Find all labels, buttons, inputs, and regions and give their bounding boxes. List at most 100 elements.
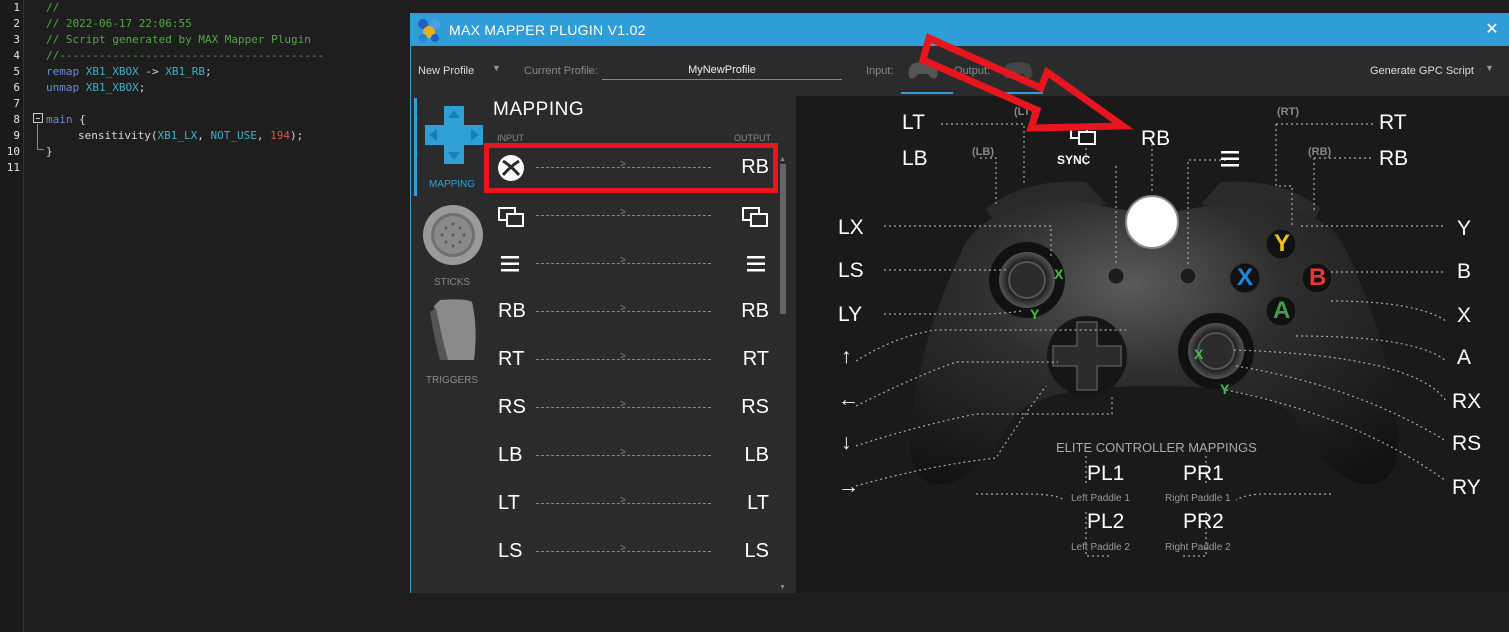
left-stick-y-marker: Y bbox=[1030, 306, 1040, 322]
line-number: 3 bbox=[13, 33, 20, 46]
mapping-output: RS bbox=[741, 396, 769, 418]
line-number: 2 bbox=[13, 17, 20, 30]
left-stick-x-marker: X bbox=[1054, 266, 1064, 282]
mapping-arrow bbox=[536, 351, 711, 362]
paddle-pl1-caption: Left Paddle 1 bbox=[1071, 493, 1130, 504]
line-number: 1 bbox=[13, 1, 20, 14]
sidebar-item-sticks[interactable]: STICKS bbox=[414, 196, 490, 292]
sidebar-item-label: MAPPING bbox=[428, 179, 476, 190]
mapping-input: LB bbox=[498, 444, 523, 466]
mapping-arrow bbox=[536, 255, 711, 266]
paddle-pr1[interactable]: PR1 bbox=[1183, 462, 1224, 486]
line-number: 5 bbox=[13, 65, 20, 78]
input-label: Input: bbox=[866, 65, 894, 77]
label-dpad-up: ↑ bbox=[841, 345, 852, 368]
code-line: } bbox=[46, 145, 53, 158]
label-lx: LX bbox=[838, 216, 864, 239]
paddle-pr1-caption: Right Paddle 1 bbox=[1165, 493, 1231, 504]
paddle-pl1[interactable]: PL1 bbox=[1087, 462, 1124, 486]
code-line: main { bbox=[46, 113, 86, 126]
label-dpad-down: ↓ bbox=[841, 431, 852, 454]
label-rb-center: RB bbox=[1141, 127, 1171, 150]
label-rb-small: (RB) bbox=[1308, 146, 1332, 158]
code-line: // bbox=[46, 1, 60, 14]
scroll-down-icon[interactable]: ▼ bbox=[779, 584, 786, 591]
mapping-arrow bbox=[536, 399, 711, 410]
code-line: // Script generated by MAX Mapper Plugin bbox=[46, 33, 311, 46]
mapping-output: LS bbox=[744, 540, 769, 562]
scroll-thumb[interactable] bbox=[780, 164, 786, 314]
mapping-input: RB bbox=[498, 300, 526, 322]
code-line: sensitivity(XB1_LX, NOT_USE, 194); bbox=[78, 129, 304, 142]
mapping-row[interactable] bbox=[491, 242, 781, 286]
thumbstick-icon bbox=[423, 205, 483, 265]
right-stick-y-marker: Y bbox=[1220, 381, 1230, 397]
current-profile-field[interactable]: MyNewProfile bbox=[602, 61, 842, 80]
line-number: 9 bbox=[13, 129, 20, 142]
label-ls: LS bbox=[838, 259, 864, 282]
label-rt-small: (RT) bbox=[1277, 106, 1299, 118]
face-button-b: B bbox=[1309, 264, 1327, 291]
face-button-a: A bbox=[1273, 297, 1291, 324]
menu-button-icon bbox=[1221, 151, 1239, 167]
view-icon bbox=[498, 207, 524, 227]
mapping-row[interactable]: LS LS bbox=[491, 530, 781, 574]
elite-mappings-title: ELITE CONTROLLER MAPPINGS bbox=[1056, 440, 1257, 455]
trigger-icon bbox=[430, 299, 476, 360]
scroll-up-icon[interactable]: ▲ bbox=[779, 156, 786, 163]
paddle-pr2[interactable]: PR2 bbox=[1183, 510, 1224, 534]
code-line: unmap XB1_XBOX; bbox=[46, 81, 146, 94]
sidebar-item-triggers[interactable]: TRIGGERS bbox=[414, 294, 490, 390]
label-b: B bbox=[1457, 260, 1472, 283]
input-column-header: INPUT bbox=[497, 133, 524, 143]
mapping-row[interactable]: LT LT bbox=[491, 482, 781, 526]
face-button-y: Y bbox=[1274, 230, 1291, 257]
sidebar-item-label: STICKS bbox=[433, 277, 471, 288]
label-dpad-right: → bbox=[838, 475, 859, 498]
view-icon bbox=[742, 207, 768, 227]
sidebar-item-label: TRIGGERS bbox=[425, 375, 479, 386]
generate-gpc-script-button[interactable]: Generate GPC Script bbox=[1370, 65, 1474, 77]
mapping-arrow bbox=[536, 543, 711, 554]
mapping-output: RB bbox=[741, 300, 769, 322]
dpad-icon bbox=[425, 106, 483, 164]
line-number: 10 bbox=[6, 145, 20, 158]
line-number-gutter: 1 2 3 4 5 6 7 8 9 10 11 bbox=[0, 0, 24, 632]
mapping-output: RT bbox=[742, 348, 769, 370]
label-rb: RB bbox=[1379, 147, 1409, 170]
annotation-arrow-icon bbox=[918, 33, 1134, 132]
sidebar-item-mapping[interactable]: MAPPING bbox=[414, 98, 490, 194]
mapping-row[interactable] bbox=[491, 194, 781, 238]
mapping-row[interactable]: RS RS bbox=[491, 386, 781, 430]
label-y: Y bbox=[1457, 217, 1472, 240]
mapping-arrow bbox=[536, 303, 711, 314]
paddle-pl2[interactable]: PL2 bbox=[1087, 510, 1124, 534]
line-number: 11 bbox=[6, 161, 20, 174]
fold-guide bbox=[37, 124, 38, 150]
mapping-scrollbar[interactable]: ▲ ▼ bbox=[779, 156, 787, 591]
chevron-down-icon[interactable]: ▼ bbox=[1485, 63, 1494, 73]
fold-toggle-icon[interactable] bbox=[33, 113, 43, 123]
highlight-annotation-box bbox=[484, 143, 778, 193]
mapping-row[interactable]: LB LB bbox=[491, 434, 781, 478]
label-x: X bbox=[1457, 304, 1472, 327]
mapping-input: RT bbox=[498, 348, 525, 370]
mapping-output: LT bbox=[747, 492, 769, 514]
label-dpad-left: ← bbox=[838, 388, 859, 411]
menu-icon bbox=[501, 256, 519, 272]
close-button[interactable]: ✕ bbox=[1482, 19, 1502, 39]
mapping-row[interactable]: RB RB bbox=[491, 290, 781, 334]
label-rx: RX bbox=[1452, 390, 1482, 413]
mapping-row[interactable]: RT RT bbox=[491, 338, 781, 382]
label-lb: LB bbox=[902, 147, 928, 170]
paddle-pr2-caption: Right Paddle 2 bbox=[1165, 542, 1231, 553]
fold-guide-end bbox=[37, 149, 44, 150]
mapping-title: MAPPING bbox=[493, 99, 585, 120]
new-profile-menu[interactable]: New Profile bbox=[418, 65, 474, 77]
line-number: 8 bbox=[13, 113, 20, 126]
mapping-arrow bbox=[536, 495, 711, 506]
face-button-x: X bbox=[1237, 264, 1254, 291]
code-line: remap XB1_XBOX -> XB1_RB; bbox=[46, 65, 212, 78]
chevron-down-icon[interactable]: ▼ bbox=[492, 63, 501, 73]
sidebar: MAPPING STICKS TRIGGERS bbox=[411, 96, 491, 593]
